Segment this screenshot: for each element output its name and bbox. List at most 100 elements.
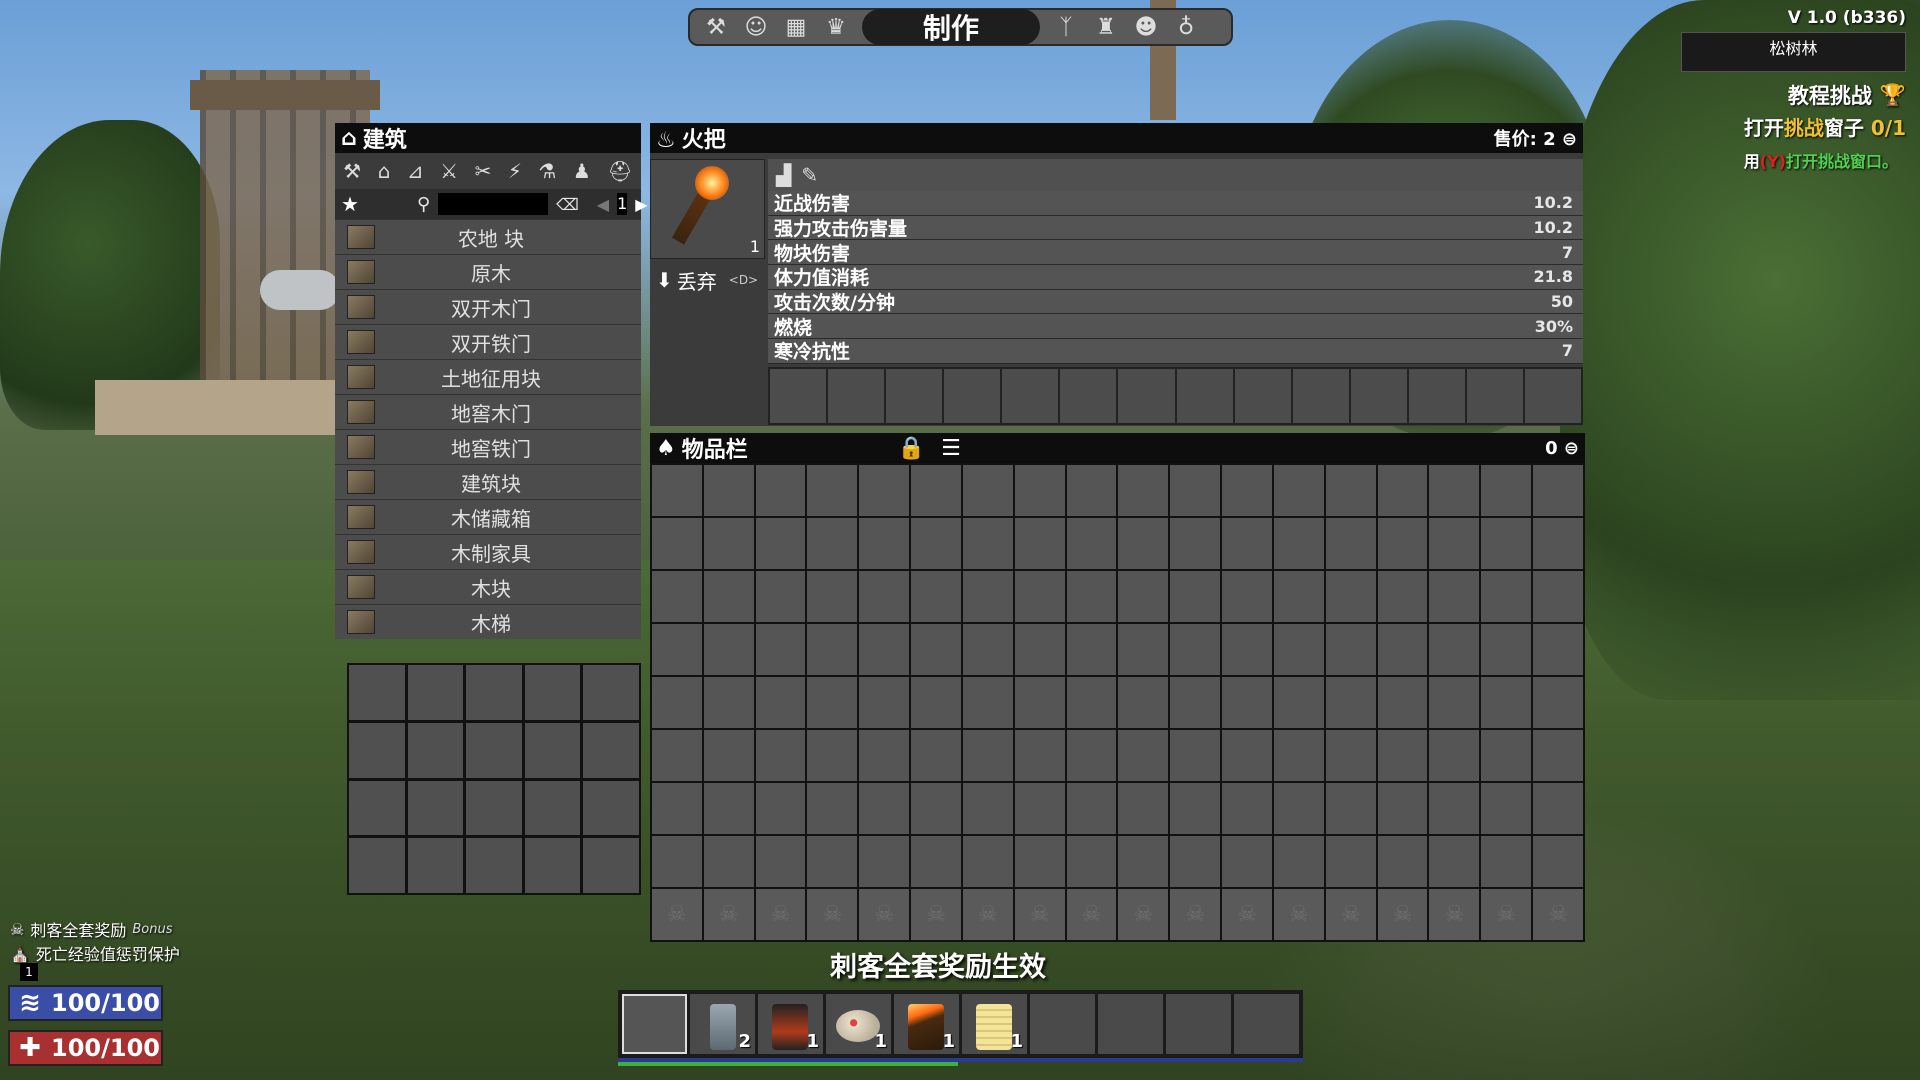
inventory-slot[interactable] xyxy=(1222,518,1272,569)
recipe-item[interactable]: 木制家具 xyxy=(335,534,641,569)
inventory-slot[interactable] xyxy=(1325,518,1376,569)
mod-slot[interactable] xyxy=(1060,369,1117,423)
locked-inventory-slot[interactable]: ☠ xyxy=(1170,889,1221,940)
inventory-slot[interactable] xyxy=(1273,465,1324,516)
toolbelt-slot[interactable]: 1 xyxy=(758,994,823,1054)
queue-slot[interactable] xyxy=(466,780,522,836)
queue-slot[interactable] xyxy=(349,665,405,720)
inventory-slot[interactable] xyxy=(1377,465,1428,516)
inventory-slot[interactable] xyxy=(911,783,961,834)
inventory-slot[interactable] xyxy=(1481,571,1532,622)
inventory-slot[interactable] xyxy=(807,518,858,569)
inventory-slot[interactable] xyxy=(1273,518,1324,569)
toolbelt-slot[interactable]: 1 xyxy=(962,994,1027,1054)
lightbulb-icon[interactable]: ♁ xyxy=(1166,10,1206,44)
locked-inventory-slot[interactable]: ☠ xyxy=(1325,889,1376,940)
inventory-slot[interactable] xyxy=(1377,518,1428,569)
locked-inventory-slot[interactable]: ☠ xyxy=(703,889,754,940)
inventory-slot[interactable] xyxy=(1325,730,1376,781)
locked-inventory-slot[interactable]: ☠ xyxy=(1014,889,1065,940)
inventory-slot[interactable] xyxy=(703,624,754,675)
inventory-slot[interactable] xyxy=(1066,730,1117,781)
inventory-slot[interactable] xyxy=(911,730,961,781)
inventory-slot[interactable] xyxy=(859,836,910,887)
drop-button[interactable]: ⬇ 丢弃 <D> xyxy=(650,265,765,295)
inventory-slot[interactable] xyxy=(859,624,910,675)
inventory-slot[interactable] xyxy=(1429,571,1480,622)
queue-slot[interactable] xyxy=(407,838,464,893)
inventory-slot[interactable] xyxy=(1170,518,1221,569)
inventory-slot[interactable] xyxy=(1066,836,1117,887)
stairs-icon[interactable]: ⊿ xyxy=(407,159,424,183)
queue-slot[interactable] xyxy=(583,665,639,720)
inventory-slot[interactable] xyxy=(1533,518,1583,569)
inventory-slot[interactable] xyxy=(1273,836,1324,887)
queue-slot[interactable] xyxy=(524,838,581,893)
inventory-slot[interactable] xyxy=(1170,571,1221,622)
locked-inventory-slot[interactable]: ☠ xyxy=(1273,889,1324,940)
inventory-slot[interactable] xyxy=(911,624,961,675)
inventory-slot[interactable] xyxy=(1273,730,1324,781)
tab-crafting[interactable]: 制作 xyxy=(862,9,1040,45)
mod-slot[interactable] xyxy=(1292,369,1349,423)
inventory-slot[interactable] xyxy=(1222,677,1272,728)
electrical-icon[interactable]: ⚡ xyxy=(508,159,522,183)
recipe-item[interactable]: 建筑块 xyxy=(335,464,641,499)
recipe-item[interactable]: 木块 xyxy=(335,569,641,604)
inventory-slot[interactable] xyxy=(962,465,1013,516)
locked-inventory-slot[interactable]: ☠ xyxy=(962,889,1013,940)
inventory-slot[interactable] xyxy=(755,836,806,887)
locked-inventory-slot[interactable]: ☠ xyxy=(1222,889,1272,940)
inventory-slot[interactable] xyxy=(1066,518,1117,569)
inventory-slot[interactable] xyxy=(859,465,910,516)
page-next-icon[interactable]: ▶ xyxy=(635,195,647,214)
inventory-slot[interactable] xyxy=(807,465,858,516)
character-icon[interactable]: ☺ xyxy=(736,10,776,44)
clear-search-icon[interactable]: ⌫ xyxy=(556,195,579,214)
queue-slot[interactable] xyxy=(407,722,464,778)
inventory-slot[interactable] xyxy=(1118,836,1169,887)
recipe-item[interactable]: 土地征用块 xyxy=(335,359,641,394)
inventory-slot[interactable] xyxy=(1533,677,1583,728)
inventory-slot[interactable] xyxy=(703,730,754,781)
inventory-slot[interactable] xyxy=(1481,836,1532,887)
inventory-slot[interactable] xyxy=(1273,783,1324,834)
tools-icon[interactable]: ⚒ xyxy=(343,159,361,183)
inventory-slot[interactable] xyxy=(1066,624,1117,675)
toolbelt-slot[interactable] xyxy=(622,994,687,1054)
queue-slot[interactable] xyxy=(407,780,464,836)
locked-inventory-slot[interactable]: ☠ xyxy=(1481,889,1532,940)
inventory-slot[interactable] xyxy=(1429,624,1480,675)
inventory-slot[interactable] xyxy=(703,677,754,728)
inventory-slot[interactable] xyxy=(1429,836,1480,887)
inventory-slot[interactable] xyxy=(807,677,858,728)
inventory-slot[interactable] xyxy=(911,571,961,622)
inventory-slot[interactable] xyxy=(1066,677,1117,728)
inventory-slot[interactable] xyxy=(1118,677,1169,728)
toolbelt-slot[interactable] xyxy=(1166,994,1231,1054)
inventory-slot[interactable] xyxy=(1170,783,1221,834)
inventory-slot[interactable] xyxy=(703,783,754,834)
inventory-slot[interactable] xyxy=(1429,677,1480,728)
mod-slot[interactable] xyxy=(770,369,827,423)
inventory-slot[interactable] xyxy=(807,783,858,834)
inventory-slot[interactable] xyxy=(1481,624,1532,675)
mod-slot[interactable] xyxy=(944,369,1001,423)
queue-slot[interactable] xyxy=(583,722,639,778)
inventory-slot[interactable] xyxy=(1014,783,1065,834)
recipe-item[interactable]: 木梯 xyxy=(335,604,641,639)
inventory-slot[interactable] xyxy=(1533,836,1583,887)
inventory-slot[interactable] xyxy=(1377,677,1428,728)
inventory-slot[interactable] xyxy=(755,730,806,781)
queue-slot[interactable] xyxy=(524,780,581,836)
inventory-slot[interactable] xyxy=(807,624,858,675)
mod-slot[interactable] xyxy=(1176,369,1233,423)
toolbelt-slot[interactable]: 1 xyxy=(826,994,891,1054)
inventory-slot[interactable] xyxy=(1222,571,1272,622)
inventory-slot[interactable] xyxy=(1066,465,1117,516)
inventory-slot[interactable] xyxy=(1118,518,1169,569)
inventory-slot[interactable] xyxy=(911,518,961,569)
inventory-slot[interactable] xyxy=(1222,730,1272,781)
inventory-slot[interactable] xyxy=(1325,624,1376,675)
inventory-slot[interactable] xyxy=(1273,624,1324,675)
